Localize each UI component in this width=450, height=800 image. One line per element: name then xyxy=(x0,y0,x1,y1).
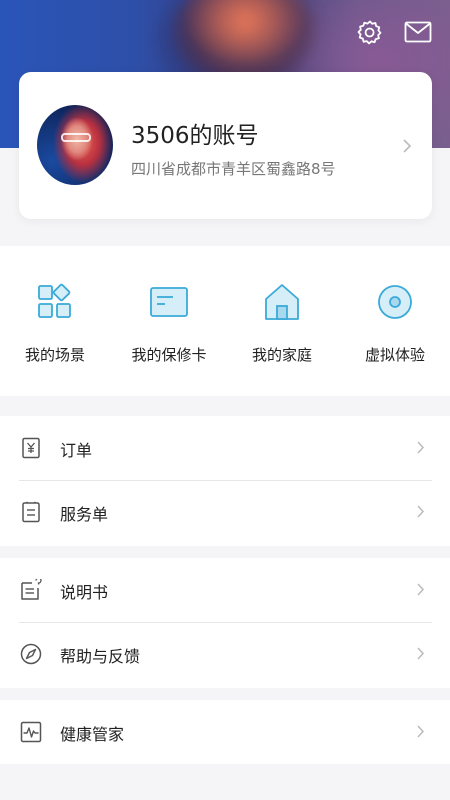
quick-action-my-home[interactable]: 我的家庭 xyxy=(227,282,337,365)
menu-item-label: 健康管家 xyxy=(60,725,125,744)
menu-item-manual[interactable]: 说明书 xyxy=(0,558,450,622)
gear-icon[interactable] xyxy=(356,18,384,46)
chevron-right-icon xyxy=(416,646,425,665)
quick-action-label: 虚拟体验 xyxy=(364,346,425,364)
chevron-right-icon xyxy=(416,504,425,523)
quick-action-label: 我的场景 xyxy=(24,346,85,364)
menu-item-orders[interactable]: 订单 xyxy=(0,416,450,480)
menu-group-health: 健康管家 xyxy=(0,700,450,764)
menu-item-help-feedback[interactable]: 帮助与反馈 xyxy=(0,622,450,686)
quick-action-label: 我的家庭 xyxy=(251,346,312,364)
quick-action-my-scenes[interactable]: 我的场景 xyxy=(0,282,110,365)
menu-item-label: 说明书 xyxy=(60,583,109,602)
avatar[interactable] xyxy=(37,105,113,185)
menu-item-label: 帮助与反馈 xyxy=(60,647,141,666)
warranty-card-icon xyxy=(149,282,189,322)
menu-item-health-manager[interactable]: 健康管家 xyxy=(0,700,450,764)
manual-icon xyxy=(20,579,42,601)
mail-icon[interactable] xyxy=(404,18,432,46)
menu-group-support: 说明书 帮助与反馈 xyxy=(0,558,450,688)
quick-action-label: 我的保修卡 xyxy=(131,346,207,364)
quick-action-warranty-card[interactable]: 我的保修卡 xyxy=(114,282,224,365)
quick-actions-panel: 我的场景 我的保修卡 我的家庭 虚拟体验 xyxy=(0,246,450,396)
service-order-icon xyxy=(20,501,42,523)
menu-item-label: 订单 xyxy=(60,441,93,460)
avatar-glasses-detail xyxy=(61,133,91,142)
compass-icon xyxy=(20,643,42,665)
chevron-right-icon xyxy=(402,138,412,158)
menu-group-orders: 订单 服务单 xyxy=(0,416,450,546)
profile-name: 3506的账号 xyxy=(131,123,259,149)
profile-card[interactable]: 3506的账号 四川省成都市青羊区蜀鑫路8号 xyxy=(19,72,432,219)
virtual-experience-icon xyxy=(375,282,415,322)
menu-item-service-order[interactable]: 服务单 xyxy=(0,480,450,544)
chevron-right-icon xyxy=(416,582,425,601)
profile-address: 四川省成都市青羊区蜀鑫路8号 xyxy=(131,160,336,178)
quick-action-virtual-experience[interactable]: 虚拟体验 xyxy=(340,282,450,365)
home-icon xyxy=(262,282,302,322)
order-yen-icon xyxy=(20,437,42,459)
scene-grid-icon xyxy=(35,282,75,322)
health-pulse-icon xyxy=(20,721,42,743)
chevron-right-icon xyxy=(416,440,425,459)
menu-item-label: 服务单 xyxy=(60,505,109,524)
chevron-right-icon xyxy=(416,724,425,743)
